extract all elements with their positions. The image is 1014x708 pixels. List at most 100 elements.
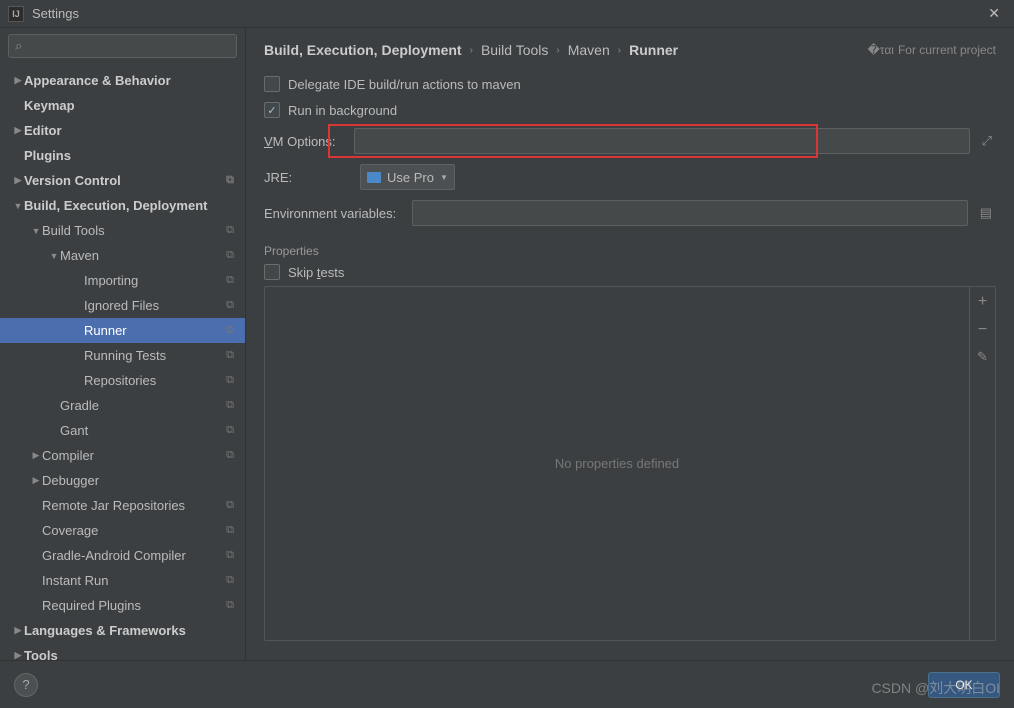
tree-item-label: Languages & Frameworks bbox=[24, 623, 237, 638]
tree-item-label: Repositories bbox=[84, 373, 223, 388]
skip-tests-checkbox[interactable] bbox=[264, 264, 280, 280]
tree-item-label: Build Tools bbox=[42, 223, 223, 238]
tree-item-compiler[interactable]: ▶Compiler⧉ bbox=[0, 443, 245, 468]
tree-item-label: Gradle-Android Compiler bbox=[42, 548, 223, 563]
properties-title: Properties bbox=[264, 244, 996, 258]
tree-item-version-control[interactable]: ▶Version Control⧉ bbox=[0, 168, 245, 193]
properties-empty-text: No properties defined bbox=[265, 287, 969, 640]
tree-item-gant[interactable]: Gant⧉ bbox=[0, 418, 245, 443]
content-panel: Build, Execution, Deployment › Build Too… bbox=[246, 28, 1014, 660]
tree-item-gradle-android-compiler[interactable]: Gradle-Android Compiler⧉ bbox=[0, 543, 245, 568]
tree-item-label: Running Tests bbox=[84, 348, 223, 363]
project-hint: �ται For current project bbox=[867, 43, 996, 57]
chevron-right-icon[interactable]: ▶ bbox=[12, 125, 24, 136]
tree-item-build-execution-deployment[interactable]: ▼Build, Execution, Deployment bbox=[0, 193, 245, 218]
edit-icon: ✎ bbox=[977, 349, 988, 365]
tree-item-ignored-files[interactable]: Ignored Files⧉ bbox=[0, 293, 245, 318]
tree-item-tools[interactable]: ▶Tools bbox=[0, 643, 245, 660]
ok-button[interactable]: OK bbox=[928, 672, 1000, 698]
chevron-right-icon[interactable]: ▶ bbox=[12, 75, 24, 86]
crumb-2[interactable]: Maven bbox=[568, 42, 610, 58]
add-icon[interactable]: + bbox=[978, 293, 987, 311]
delegate-checkbox[interactable] bbox=[264, 76, 280, 92]
project-scope-icon: ⧉ bbox=[223, 299, 237, 313]
close-icon[interactable]: ✕ bbox=[982, 5, 1006, 22]
chevron-down-icon[interactable]: ▼ bbox=[12, 201, 24, 211]
breadcrumb: Build, Execution, Deployment › Build Too… bbox=[264, 42, 996, 58]
crumb-1[interactable]: Build Tools bbox=[481, 42, 548, 58]
project-scope-icon: ⧉ bbox=[223, 499, 237, 513]
tree-item-repositories[interactable]: Repositories⧉ bbox=[0, 368, 245, 393]
project-scope-icon: ⧉ bbox=[223, 574, 237, 588]
tree-item-appearance-behavior[interactable]: ▶Appearance & Behavior bbox=[0, 68, 245, 93]
project-scope-icon: ⧉ bbox=[223, 274, 237, 288]
project-scope-icon: ⧉ bbox=[223, 374, 237, 388]
tree-item-runner[interactable]: Runner⧉ bbox=[0, 318, 245, 343]
search-field[interactable] bbox=[26, 39, 230, 53]
tree-item-label: Version Control bbox=[24, 173, 223, 188]
tree-item-remote-jar-repositories[interactable]: Remote Jar Repositories⧉ bbox=[0, 493, 245, 518]
tree-item-editor[interactable]: ▶Editor bbox=[0, 118, 245, 143]
expand-icon[interactable]: ⤢ bbox=[978, 133, 996, 149]
jre-label: JRE: bbox=[264, 170, 342, 185]
tree-item-build-tools[interactable]: ▼Build Tools⧉ bbox=[0, 218, 245, 243]
tree-item-running-tests[interactable]: Running Tests⧉ bbox=[0, 343, 245, 368]
tree-item-importing[interactable]: Importing⧉ bbox=[0, 268, 245, 293]
tree-item-label: Tools bbox=[24, 648, 237, 660]
tree-item-label: Importing bbox=[84, 273, 223, 288]
tree-item-required-plugins[interactable]: Required Plugins⧉ bbox=[0, 593, 245, 618]
chevron-down-icon: ▼ bbox=[440, 173, 448, 182]
project-scope-icon: ⧉ bbox=[223, 549, 237, 563]
tree-item-maven[interactable]: ▼Maven⧉ bbox=[0, 243, 245, 268]
tree-item-label: Build, Execution, Deployment bbox=[24, 198, 237, 213]
chevron-down-icon[interactable]: ▼ bbox=[30, 226, 42, 236]
chevron-right-icon[interactable]: ▶ bbox=[12, 625, 24, 636]
sidebar: ⌕ ▶Appearance & BehaviorKeymap▶EditorPlu… bbox=[0, 28, 246, 660]
tree-item-coverage[interactable]: Coverage⧉ bbox=[0, 518, 245, 543]
tree-item-label: Instant Run bbox=[42, 573, 223, 588]
background-checkbox[interactable]: ✓ bbox=[264, 102, 280, 118]
tree-item-instant-run[interactable]: Instant Run⧉ bbox=[0, 568, 245, 593]
app-logo-icon: IJ bbox=[8, 6, 24, 22]
titlebar: IJ Settings ✕ bbox=[0, 0, 1014, 28]
footer: ? OK bbox=[0, 660, 1014, 708]
properties-table: No properties defined + − ✎ bbox=[264, 286, 996, 641]
tree-item-languages-frameworks[interactable]: ▶Languages & Frameworks bbox=[0, 618, 245, 643]
skip-tests-label: Skip tests bbox=[288, 265, 344, 280]
search-icon: ⌕ bbox=[15, 38, 22, 54]
tree-item-gradle[interactable]: Gradle⧉ bbox=[0, 393, 245, 418]
project-scope-icon: ⧉ bbox=[223, 224, 237, 238]
env-browse-icon[interactable]: ▤ bbox=[976, 205, 996, 221]
crumb-current: Runner bbox=[629, 42, 678, 58]
env-label: Environment variables: bbox=[264, 206, 404, 221]
crumb-root[interactable]: Build, Execution, Deployment bbox=[264, 42, 462, 58]
tree-item-label: Coverage bbox=[42, 523, 223, 538]
chevron-down-icon[interactable]: ▼ bbox=[48, 251, 60, 261]
tree-item-label: Ignored Files bbox=[84, 298, 223, 313]
settings-tree: ▶Appearance & BehaviorKeymap▶EditorPlugi… bbox=[0, 64, 245, 660]
chevron-right-icon[interactable]: ▶ bbox=[12, 175, 24, 186]
tree-item-label: Appearance & Behavior bbox=[24, 73, 237, 88]
project-scope-icon: ⧉ bbox=[223, 599, 237, 613]
tree-item-label: Remote Jar Repositories bbox=[42, 498, 223, 513]
delegate-label: Delegate IDE build/run actions to maven bbox=[288, 77, 521, 92]
chevron-right-icon: › bbox=[618, 45, 621, 56]
background-label: Run in background bbox=[288, 103, 397, 118]
help-button[interactable]: ? bbox=[14, 673, 38, 697]
search-input[interactable]: ⌕ bbox=[8, 34, 237, 58]
tree-item-debugger[interactable]: ▶Debugger bbox=[0, 468, 245, 493]
project-scope-icon: ⧉ bbox=[223, 349, 237, 363]
chevron-right-icon[interactable]: ▶ bbox=[30, 450, 42, 461]
chevron-right-icon[interactable]: ▶ bbox=[30, 475, 42, 486]
project-scope-icon: ⧉ bbox=[223, 449, 237, 463]
chevron-right-icon[interactable]: ▶ bbox=[12, 650, 24, 660]
tree-item-keymap[interactable]: Keymap bbox=[0, 93, 245, 118]
vm-options-input[interactable] bbox=[354, 128, 970, 154]
env-input[interactable] bbox=[412, 200, 968, 226]
project-scope-icon: ⧉ bbox=[223, 174, 237, 188]
project-scope-icon: ⧉ bbox=[223, 324, 237, 338]
tree-item-label: Runner bbox=[84, 323, 223, 338]
tree-item-plugins[interactable]: Plugins bbox=[0, 143, 245, 168]
jre-dropdown[interactable]: Use Pro ▼ bbox=[360, 164, 455, 190]
project-scope-icon: ⧉ bbox=[223, 424, 237, 438]
